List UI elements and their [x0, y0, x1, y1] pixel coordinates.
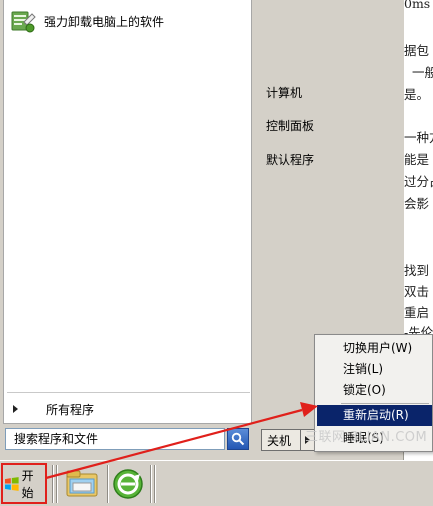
taskbar-divider	[154, 465, 156, 503]
annotation-highlight-box	[1, 463, 47, 504]
taskbar-divider	[150, 465, 152, 503]
menu-item-control-panel[interactable]: 控制面板	[266, 117, 314, 134]
taskbar-divider	[56, 465, 58, 503]
doc-line: 会影	[404, 196, 430, 211]
divider	[7, 392, 250, 393]
search-icon[interactable]	[227, 428, 249, 450]
pinned-program-label: 强力卸载电脑上的软件	[44, 14, 165, 29]
taskbar-divider	[52, 465, 54, 503]
doc-line: 重启	[404, 305, 430, 320]
all-programs-label: 所有程序	[46, 402, 95, 417]
doc-line: 找到	[404, 263, 430, 278]
search-box	[5, 428, 249, 452]
doc-line: 一种方	[404, 130, 433, 145]
all-programs-item[interactable]: 所有程序	[10, 398, 246, 420]
menu-item-default-programs[interactable]: 默认程序	[266, 151, 314, 168]
menu-item-log-off[interactable]: 注销(L)	[317, 359, 432, 380]
doc-line: 据包	[404, 43, 430, 58]
doc-line: 能是	[404, 152, 430, 167]
pinned-program-item[interactable]: 强力卸载电脑上的软件	[10, 6, 246, 36]
uninstall-app-icon	[10, 8, 36, 34]
taskbar-divider	[107, 465, 109, 503]
menu-divider	[341, 403, 429, 404]
menu-item-switch-user[interactable]: 切换用户(W)	[317, 338, 432, 359]
menu-item-lock[interactable]: 锁定(O)	[317, 380, 432, 401]
start-menu-programs-pane: 强力卸载电脑上的软件 所有程序	[3, 0, 252, 424]
search-input[interactable]	[5, 428, 225, 450]
menu-item-computer[interactable]: 计算机	[266, 84, 302, 101]
watermark: 三联网 3LIAN.COM	[305, 430, 428, 445]
doc-line: 一般	[412, 65, 433, 80]
doc-line: 过分占	[404, 174, 433, 189]
browser-icon[interactable]	[110, 466, 146, 502]
doc-line: 0ms	[404, 0, 431, 11]
file-explorer-icon[interactable]	[64, 466, 100, 502]
doc-line: 双击	[404, 284, 430, 299]
menu-item-restart[interactable]: 重新启动(R)	[317, 405, 432, 426]
shutdown-button[interactable]: 关机	[261, 429, 301, 451]
taskbar: 开始	[0, 460, 433, 506]
doc-line: 是。	[404, 87, 430, 102]
expand-arrow-icon	[13, 405, 18, 413]
